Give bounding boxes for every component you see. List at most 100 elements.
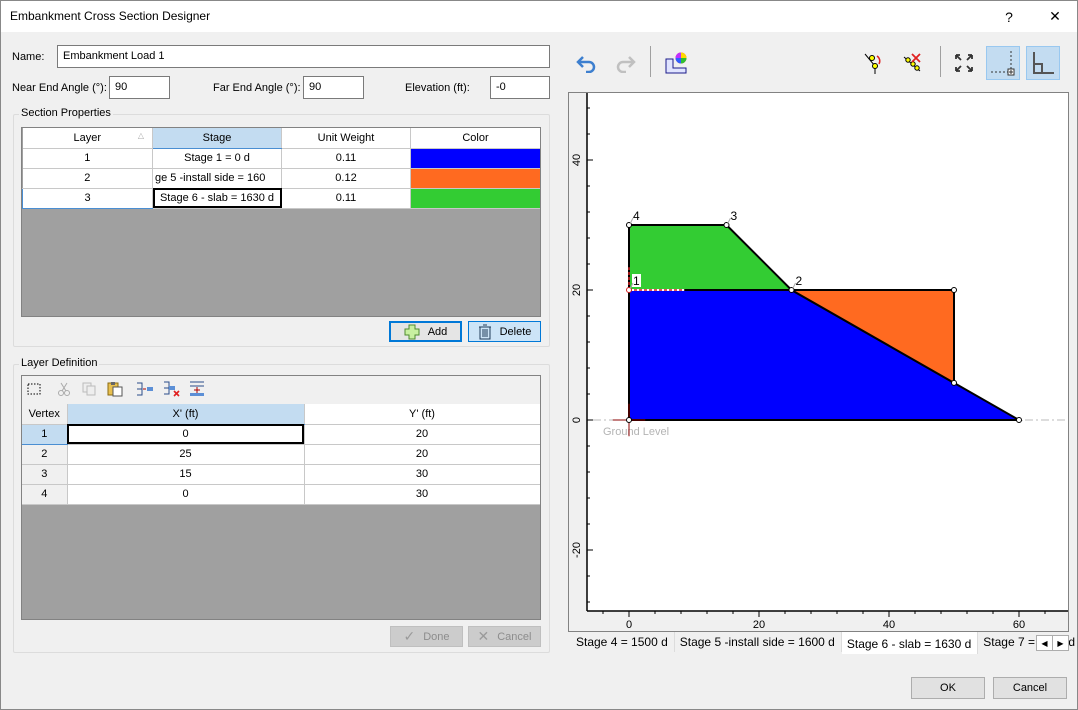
section-properties-grid: Layer △ Stage Unit Weight Color 1 Stage … [21, 127, 541, 317]
vertex-cell[interactable]: 2 [22, 444, 68, 465]
zoom-extents-icon [955, 54, 973, 72]
x-cell[interactable]: 0 [67, 424, 305, 445]
sort-ascending-icon: △ [137, 131, 144, 140]
add-icon [404, 324, 420, 339]
cancel-button[interactable]: Cancel [993, 677, 1067, 699]
unit-weight-cell[interactable]: 0.11 [281, 148, 411, 169]
vertex-handle [951, 379, 957, 386]
cross-section-canvas[interactable]: 40 20 0 -20 0 20 40 60 Ground Level 1 2 3 4 [568, 92, 1069, 632]
y-cell[interactable]: 20 [304, 424, 540, 445]
table-row[interactable]: 3 Stage 6 - slab = 1630 d 0.11 [22, 188, 540, 209]
y-cell[interactable]: 20 [304, 444, 540, 465]
name-input[interactable]: Embankment Load 1 [57, 45, 550, 68]
add-button[interactable]: Add [389, 321, 462, 342]
done-button[interactable]: ✓ Done [390, 626, 463, 647]
stage-cell[interactable]: Stage 1 = 0 d [152, 148, 282, 169]
undo-button[interactable] [570, 46, 604, 80]
snap-grid-button[interactable] [986, 46, 1020, 80]
title-bar: Embankment Cross Section Designer ? ✕ [1, 1, 1077, 32]
table-row[interactable]: 3 15 30 [22, 464, 540, 485]
vertex-cell[interactable]: 4 [22, 484, 68, 505]
layer-color-button[interactable] [659, 46, 693, 80]
append-row-icon[interactable] [188, 380, 206, 398]
column-header-unit-weight[interactable]: Unit Weight [281, 128, 411, 149]
tab-scroll-right-button[interactable]: ▶ [1052, 635, 1069, 651]
ground-level-label: Ground Level [603, 426, 669, 438]
zoom-extents-button[interactable] [947, 46, 981, 80]
cut-icon[interactable] [55, 380, 73, 398]
rotate-vertices-button[interactable] [858, 46, 892, 80]
trash-icon [478, 324, 491, 339]
far-end-angle-input[interactable]: 90 [303, 76, 364, 99]
x-cell[interactable]: 25 [67, 444, 305, 465]
x-tick-label: 0 [626, 619, 632, 631]
ok-button[interactable]: OK [911, 677, 985, 699]
x-cell[interactable]: 0 [67, 484, 305, 505]
vertex-label: 3 [731, 209, 738, 223]
paste-icon[interactable] [106, 380, 124, 398]
tab-scroll-left-button[interactable]: ◀ [1036, 635, 1053, 651]
column-header-stage[interactable]: Stage [152, 128, 282, 149]
column-header-color[interactable]: Color [410, 128, 540, 149]
delete-vertex-icon [903, 53, 921, 72]
vertex-cell[interactable]: 1 [22, 424, 68, 445]
stage-tabs: Stage 4 = 1500 d Stage 5 -install side =… [571, 632, 1078, 654]
column-header-y[interactable]: Y' (ft) [304, 404, 540, 425]
undo-icon [576, 56, 596, 73]
color-cell[interactable] [410, 168, 540, 189]
delete-button[interactable]: Delete [468, 321, 541, 342]
elevation-label: Elevation (ft): [405, 82, 470, 94]
x-cell[interactable]: 15 [67, 464, 305, 485]
stage-tab[interactable]: Stage 5 -install side = 1600 d [675, 632, 842, 652]
delete-vertex-button[interactable] [897, 46, 931, 80]
rotate-vertices-icon [864, 53, 881, 74]
redo-button[interactable] [608, 46, 642, 80]
toolbar-separator [650, 46, 651, 77]
copy-icon[interactable] [80, 380, 98, 398]
toolbar-separator [940, 46, 941, 77]
y-cell[interactable]: 30 [304, 464, 540, 485]
table-row[interactable]: 2 ge 5 -install side = 160 0.12 [22, 168, 540, 189]
unit-weight-cell[interactable]: 0.11 [281, 188, 411, 209]
color-cell[interactable] [410, 148, 540, 169]
column-header-x[interactable]: X' (ft) [67, 404, 305, 425]
cancel-edit-button[interactable]: ✕ Cancel [468, 626, 541, 647]
name-label: Name: [12, 51, 45, 63]
cross-section-plot[interactable]: 40 20 0 -20 0 20 40 60 Ground Level 1 2 3 4 [569, 93, 1068, 631]
stage-cell[interactable]: Stage 6 - slab = 1630 d [152, 188, 282, 209]
far-end-angle-label: Far End Angle (°): [213, 82, 301, 94]
select-all-icon[interactable] [25, 380, 43, 398]
help-button[interactable]: ? [989, 1, 1029, 32]
layer-cell[interactable]: 2 [22, 168, 153, 189]
stage-tab-active[interactable]: Stage 6 - slab = 1630 d [841, 632, 979, 654]
column-header-vertex[interactable]: Vertex [22, 404, 68, 425]
y-tick-label: -20 [571, 542, 583, 558]
stage-tab[interactable]: Stage 4 = 1500 d [571, 632, 675, 652]
vertex-label: 2 [796, 274, 803, 288]
table-row[interactable]: 1 0 20 [22, 424, 540, 445]
vertex-cell[interactable]: 3 [22, 464, 68, 485]
unit-weight-cell[interactable]: 0.12 [281, 168, 411, 189]
vertex-handle [951, 287, 957, 293]
close-button[interactable]: ✕ [1035, 1, 1075, 32]
y-cell[interactable]: 30 [304, 484, 540, 505]
x-tick-label: 40 [883, 619, 895, 631]
layer-cell[interactable]: 3 [22, 188, 153, 209]
color-cell[interactable] [410, 188, 540, 209]
insert-row-icon[interactable] [136, 380, 154, 398]
snap-grid-icon [991, 51, 1015, 76]
table-row[interactable]: 4 0 30 [22, 484, 540, 505]
ortho-button[interactable] [1026, 46, 1060, 80]
delete-row-icon[interactable] [163, 380, 181, 398]
table-row[interactable]: 1 Stage 1 = 0 d 0.11 [22, 148, 540, 169]
column-header-layer[interactable]: Layer △ [22, 128, 153, 149]
near-end-angle-input[interactable]: 90 [109, 76, 170, 99]
elevation-input[interactable]: -0 [490, 76, 550, 99]
layer-definition-title: Layer Definition [19, 357, 100, 369]
vertex-handle [626, 417, 632, 423]
layer-cell[interactable]: 1 [22, 148, 153, 169]
close-icon: ✕ [1049, 8, 1061, 24]
stage-cell[interactable]: ge 5 -install side = 160 [152, 168, 282, 189]
window-title: Embankment Cross Section Designer [10, 9, 211, 23]
table-row[interactable]: 2 25 20 [22, 444, 540, 465]
